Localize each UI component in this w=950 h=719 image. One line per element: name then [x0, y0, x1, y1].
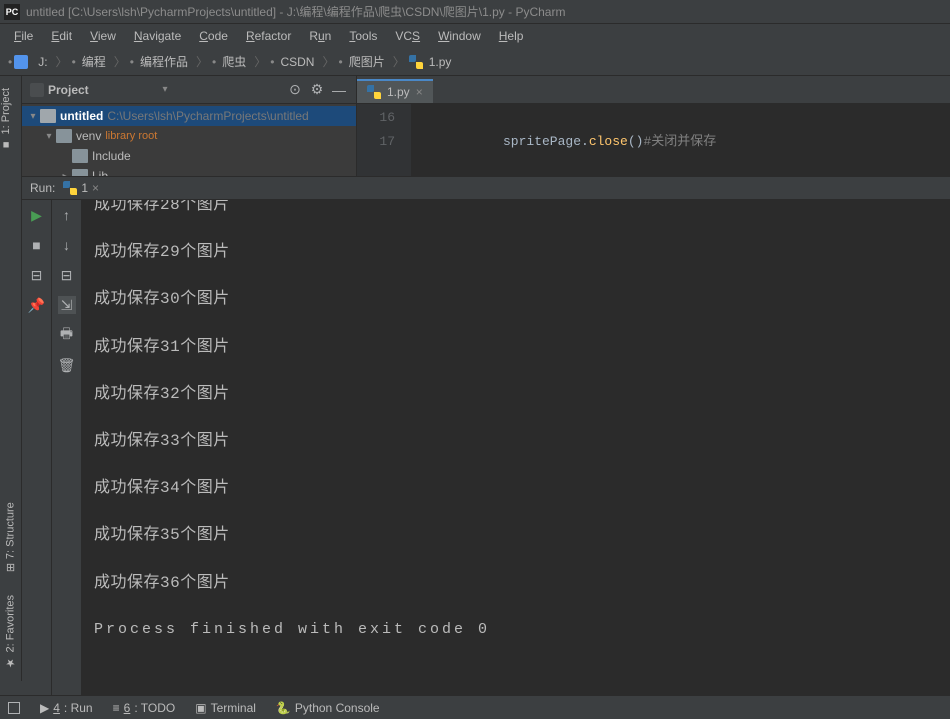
rerun-icon[interactable]: ▶ [28, 206, 46, 224]
breadcrumb-part[interactable]: 爬虫 [218, 53, 250, 70]
console-line: 成功保存33个图片 [94, 432, 938, 451]
console-line: 成功保存28个图片 [94, 200, 938, 215]
project-header: Project ▾ ⊙ ⚙ — [22, 76, 356, 104]
layout-icon[interactable]: ⊟ [28, 266, 46, 284]
console-line: 成功保存36个图片 [94, 574, 938, 593]
collapse-icon[interactable]: ⊙ [286, 81, 304, 99]
console-line: 成功保存32个图片 [94, 385, 938, 404]
menu-file[interactable]: File [6, 27, 41, 45]
chevron-down-icon[interactable]: ▾ [162, 84, 167, 95]
tree-lib[interactable]: ▸ Lib [22, 166, 356, 176]
breadcrumb-disk[interactable]: J: [34, 55, 51, 69]
status-todo[interactable]: ≡ 6: TODO [113, 701, 176, 715]
console-line: 成功保存29个图片 [94, 243, 938, 262]
run-label: Run: [30, 181, 55, 195]
menu-tools[interactable]: Tools [341, 27, 385, 45]
menu-view[interactable]: View [82, 27, 124, 45]
breadcrumb-part[interactable]: 编程作品 [136, 53, 192, 70]
app-icon: PC [4, 4, 20, 20]
run-toolbar-right: ↑ ↓ ⊟ ⇲ 🖶 🗑 [52, 200, 82, 695]
editor-tabs: 1.py × [357, 76, 950, 104]
project-title[interactable]: Project [48, 83, 158, 97]
menu-navigate[interactable]: Navigate [126, 27, 189, 45]
console-output[interactable]: 成功保存28个图片 成功保存29个图片 成功保存30个图片 成功保存31个图片 … [82, 200, 950, 695]
status-bar: ▶ 4: Run ≡ 6: TODO ▣ Terminal 🐍 Python C… [0, 695, 950, 719]
console-line: 成功保存31个图片 [94, 338, 938, 357]
run-panel-body: ▶ ■ ⊟ 📌 ↑ ↓ ⊟ ⇲ 🖶 🗑 成功保存28个图片 成功保存29个图片 … [22, 200, 950, 695]
console-line: 成功保存35个图片 [94, 526, 938, 545]
wrap-icon[interactable]: ⊟ [58, 266, 76, 284]
status-python-console[interactable]: 🐍 Python Console [276, 701, 380, 715]
tree-venv[interactable]: ▾ venv library root [22, 126, 356, 146]
favorites-tool-tab[interactable]: ★2: Favorites [0, 587, 21, 677]
pin-icon[interactable]: 📌 [28, 296, 46, 314]
menu-code[interactable]: Code [191, 27, 236, 45]
hide-icon[interactable]: — [330, 81, 348, 99]
console-line: 成功保存34个图片 [94, 479, 938, 498]
console-line: 成功保存30个图片 [94, 290, 938, 309]
up-icon[interactable]: ↑ [58, 206, 76, 224]
breadcrumb-part[interactable]: 爬图片 [345, 53, 389, 70]
project-panel: Project ▾ ⊙ ⚙ — ▾ untitled C:\Users\lsh\… [22, 76, 357, 176]
menu-edit[interactable]: Edit [43, 27, 80, 45]
menu-run[interactable]: Run [301, 27, 339, 45]
menu-refactor[interactable]: Refactor [238, 27, 299, 45]
menu-vcs[interactable]: VCS [387, 27, 428, 45]
disk-icon [14, 55, 28, 69]
status-terminal[interactable]: ▣ Terminal [195, 701, 256, 715]
code-editor[interactable]: 16 17 spritePage.close()#关闭并保存 ⊟print("成… [357, 104, 950, 176]
structure-tool-tab[interactable]: ⊞7: Structure [0, 494, 21, 580]
python-file-icon [367, 85, 381, 99]
project-tool-tab[interactable]: ■1: Project [0, 80, 12, 158]
title-text: untitled [C:\Users\lsh\PycharmProjects\u… [26, 3, 565, 20]
tab-label: 1.py [387, 85, 410, 99]
editor-tab[interactable]: 1.py × [357, 79, 433, 103]
stop-icon[interactable]: ■ [28, 236, 46, 254]
tree-include[interactable]: Include [22, 146, 356, 166]
gear-icon[interactable]: ⚙ [308, 81, 326, 99]
tree-root[interactable]: ▾ untitled C:\Users\lsh\PycharmProjects\… [22, 106, 356, 126]
close-icon[interactable]: × [416, 85, 423, 99]
run-panel-header: Run: 1 × [22, 176, 950, 200]
scroll-icon[interactable]: ⇲ [58, 296, 76, 314]
line-gutter: 16 17 [357, 104, 411, 176]
trash-icon[interactable]: 🗑 [58, 356, 76, 374]
python-file-icon [409, 55, 423, 69]
breadcrumb-part[interactable]: CSDN [276, 55, 318, 69]
run-tab[interactable]: 1 × [63, 181, 99, 195]
exit-message: Process finished with exit code 0 [94, 621, 938, 639]
status-run[interactable]: ▶ 4: Run [40, 701, 93, 715]
editor-panel: 1.py × 16 17 spritePage.close()#关闭并保存 ⊟p… [357, 76, 950, 176]
run-toolbar-left: ▶ ■ ⊟ 📌 [22, 200, 52, 695]
menu-window[interactable]: Window [430, 27, 489, 45]
menu-bar: File Edit View Navigate Code Refactor Ru… [0, 24, 950, 48]
breadcrumb-part[interactable]: 编程 [78, 53, 110, 70]
python-file-icon [63, 181, 77, 195]
menu-help[interactable]: Help [491, 27, 532, 45]
close-icon[interactable]: × [92, 181, 99, 195]
title-bar: PC untitled [C:\Users\lsh\PycharmProject… [0, 0, 950, 24]
print-icon[interactable]: 🖶 [58, 326, 76, 344]
breadcrumb-file[interactable]: 1.py [425, 55, 456, 69]
project-view-icon [30, 83, 44, 97]
project-tree[interactable]: ▾ untitled C:\Users\lsh\PycharmProjects\… [22, 104, 356, 176]
left-tool-strip: ■1: Project ⊞7: Structure ★2: Favorites [0, 76, 22, 681]
breadcrumb: • J: 〉• 编程 〉• 编程作品 〉• 爬虫 〉• CSDN 〉• 爬图片 … [0, 48, 950, 76]
down-icon[interactable]: ↓ [58, 236, 76, 254]
code-content[interactable]: spritePage.close()#关闭并保存 ⊟print("成功保存%s个… [411, 104, 950, 176]
status-show-icon[interactable] [8, 702, 20, 714]
